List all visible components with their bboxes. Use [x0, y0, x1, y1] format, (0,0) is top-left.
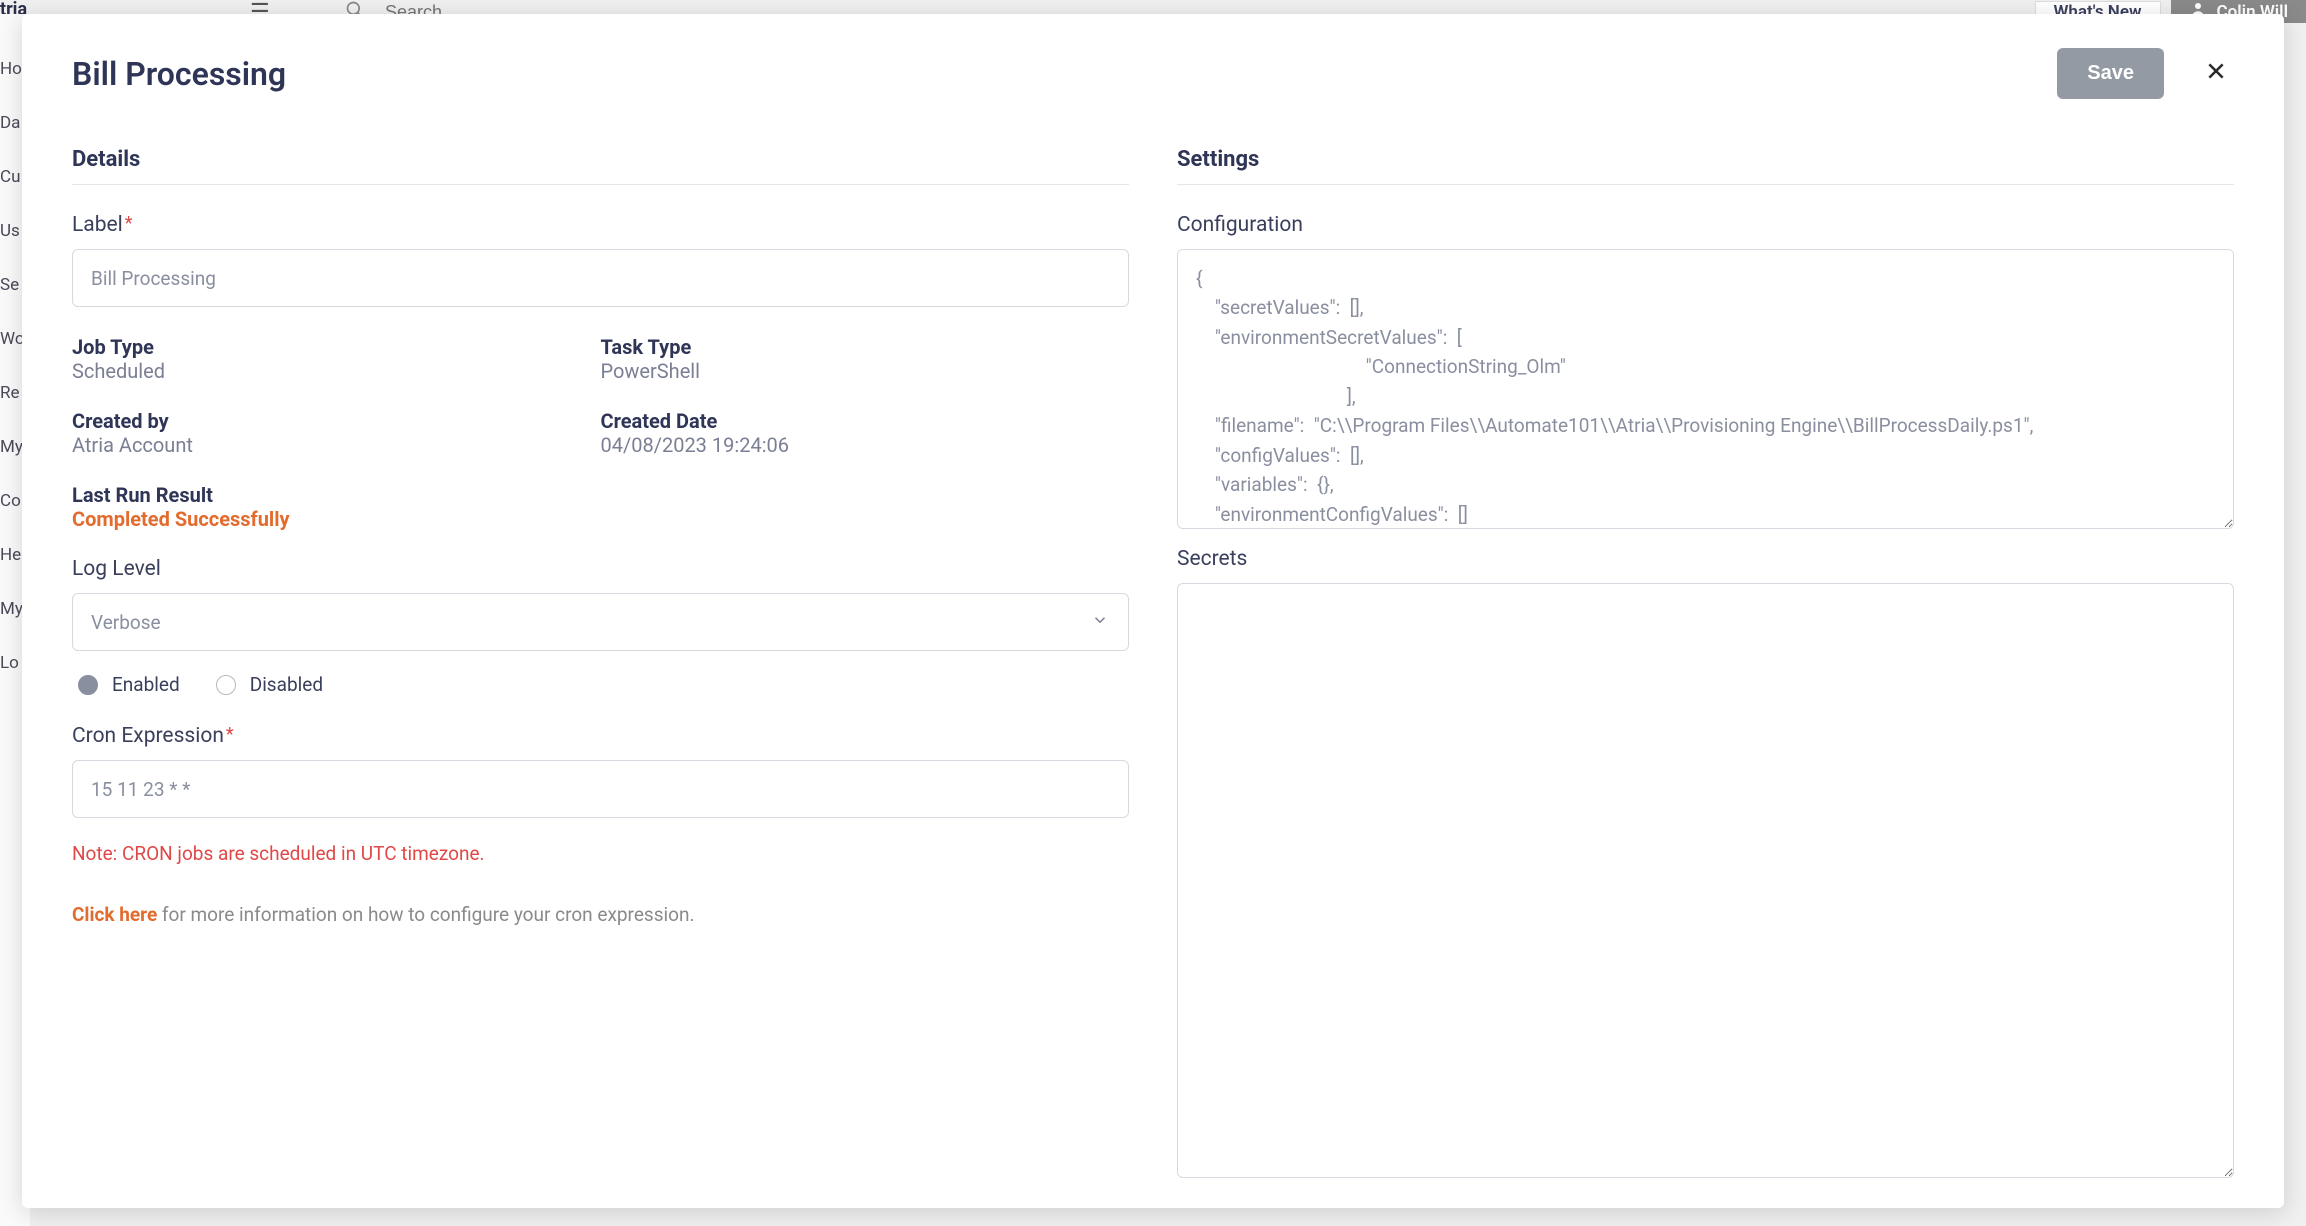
job-type-value: Scheduled	[72, 359, 601, 383]
configuration-label: Configuration	[1177, 213, 2234, 237]
modal-header: Bill Processing Save	[72, 48, 2234, 99]
disabled-radio-label: Disabled	[250, 673, 323, 696]
close-button[interactable]	[2198, 52, 2234, 96]
cron-help-link[interactable]: Click here	[72, 903, 157, 926]
settings-section-title: Settings	[1177, 147, 2234, 185]
created-by-value: Atria Account	[72, 433, 601, 457]
details-column: Details Label Job Type Scheduled Task Ty…	[72, 147, 1129, 1178]
label-field-label: Label	[72, 213, 1129, 237]
cron-help-text: Click here for more information on how t…	[72, 903, 1129, 926]
task-type-value: PowerShell	[601, 359, 1130, 383]
settings-column: Settings Configuration Secrets	[1177, 147, 2234, 1178]
enabled-radio[interactable]: Enabled	[78, 673, 180, 696]
radio-dot-icon	[216, 675, 236, 695]
disabled-radio[interactable]: Disabled	[216, 673, 323, 696]
task-type-label: Task Type	[601, 335, 1130, 359]
configuration-textarea[interactable]	[1177, 249, 2234, 529]
created-date-value: 04/08/2023 19:24:06	[601, 433, 1130, 457]
log-level-label: Log Level	[72, 557, 1129, 581]
details-section-title: Details	[72, 147, 1129, 185]
modal-title: Bill Processing	[72, 55, 2057, 93]
status-radio-group: Enabled Disabled	[78, 673, 1129, 696]
job-type-label: Job Type	[72, 335, 601, 359]
created-by-label: Created by	[72, 409, 601, 433]
label-input[interactable]	[72, 249, 1129, 307]
log-level-select[interactable]: Verbose	[72, 593, 1129, 651]
last-run-value: Completed Successfully	[72, 507, 1129, 531]
created-date-label: Created Date	[601, 409, 1130, 433]
radio-dot-icon	[78, 675, 98, 695]
cron-utc-note: Note: CRON jobs are scheduled in UTC tim…	[72, 842, 1129, 865]
secrets-label: Secrets	[1177, 547, 2234, 571]
cron-help-rest: for more information on how to configure…	[157, 903, 694, 926]
close-icon	[2206, 60, 2226, 87]
save-button[interactable]: Save	[2057, 48, 2164, 99]
bill-processing-modal: Bill Processing Save Details Label Job T…	[22, 14, 2284, 1208]
last-run-label: Last Run Result	[72, 483, 1129, 507]
enabled-radio-label: Enabled	[112, 673, 180, 696]
cron-expression-input[interactable]	[72, 760, 1129, 818]
secrets-textarea[interactable]	[1177, 583, 2234, 1178]
cron-expression-label: Cron Expression	[72, 724, 1129, 748]
